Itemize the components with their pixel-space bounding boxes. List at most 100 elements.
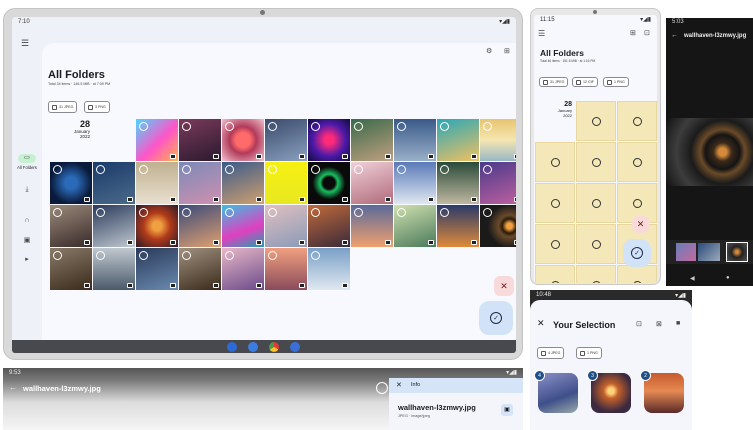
select-circle-icon[interactable] [483,165,492,174]
filter-chip-jpeg[interactable]: 31 JPEG [48,101,78,113]
photo-tile-placeholder[interactable] [617,101,657,141]
photo-tile[interactable] [480,162,516,204]
grid-view-icon[interactable]: ⊞ [630,29,636,37]
select-circle-icon[interactable] [268,122,277,131]
select-all-icon[interactable]: ⊡ [644,29,650,37]
select-circle-icon[interactable] [354,122,363,131]
selected-thumbnail[interactable] [538,373,578,413]
clear-all-icon[interactable]: ⊠ [656,320,662,328]
photo-tile-placeholder[interactable] [535,265,575,283]
photo-tile[interactable] [437,119,479,161]
select-circle-icon[interactable] [225,165,234,174]
menu-icon[interactable]: ☰ [18,38,32,49]
select-circle-icon[interactable] [311,251,320,260]
photo-tile[interactable] [308,162,350,204]
video-icon[interactable]: ▸ [16,255,38,263]
photo-tile[interactable] [222,248,264,290]
camera-app-icon[interactable] [290,342,300,352]
photo-tile[interactable] [265,162,307,204]
filter-chip-png[interactable]: 1 PNG [576,347,602,359]
photo-tile[interactable] [93,205,135,247]
photo-tile-placeholder[interactable] [576,224,616,264]
photo-tile[interactable] [265,248,307,290]
photo-tile[interactable] [351,119,393,161]
select-circle-icon[interactable] [139,165,148,174]
select-circle-icon[interactable] [139,208,148,217]
select-circle-icon[interactable] [268,165,277,174]
photo-tile[interactable] [480,205,516,247]
chrome-app-icon[interactable] [269,342,279,352]
photo-tile[interactable] [50,205,92,247]
select-circle-icon[interactable] [440,208,449,217]
select-circle-icon[interactable] [483,122,492,131]
photo-tile-placeholder[interactable] [576,101,616,141]
select-circle-icon[interactable] [268,251,277,260]
thumbnail[interactable] [676,243,696,261]
photo-tile[interactable] [136,248,178,290]
photo-tile-placeholder[interactable] [617,142,657,182]
clear-selection-button[interactable]: ✕ [494,276,514,296]
photo-tile[interactable] [136,205,178,247]
nav-item-all-folders[interactable]: ▭ All Folders [15,154,39,174]
photo-tile[interactable] [93,162,135,204]
close-icon[interactable]: ✕ [537,318,545,329]
select-circle-icon[interactable] [182,208,191,217]
settings-icon[interactable]: ⚙ [486,47,492,55]
stop-icon[interactable]: ■ [676,320,680,327]
select-circle-icon[interactable] [354,165,363,174]
photo-tile[interactable] [179,205,221,247]
photo-tile-placeholder[interactable] [535,142,575,182]
messages-app-icon[interactable] [248,342,258,352]
photo-tile-placeholder[interactable] [535,183,575,223]
phone-app-icon[interactable] [227,342,237,352]
photo-tile[interactable] [222,119,264,161]
filter-chip-jpeg[interactable]: 31 JPEG [539,77,569,87]
photo-tile[interactable] [394,205,436,247]
filter-chip-gif[interactable]: 12 GIF [572,77,598,87]
back-icon[interactable]: ← [671,32,678,39]
photo-tile[interactable] [50,162,92,204]
confirm-selection-button[interactable]: ✓ [479,301,513,335]
photo-tile[interactable] [136,119,178,161]
select-circle-icon[interactable] [397,165,406,174]
select-circle-icon[interactable] [225,208,234,217]
photo-tile[interactable] [265,205,307,247]
photo-tile[interactable] [136,162,178,204]
photo-tile[interactable] [179,162,221,204]
photo-tile[interactable] [308,205,350,247]
select-toggle[interactable] [376,382,388,394]
select-circle-icon[interactable] [182,251,191,260]
select-circle-icon[interactable] [96,165,105,174]
select-circle-icon[interactable] [182,165,191,174]
photo-tile-placeholder[interactable] [535,224,575,264]
select-circle-icon[interactable] [139,122,148,131]
select-circle-icon[interactable] [311,208,320,217]
select-circle-icon[interactable] [53,251,62,260]
download-icon[interactable]: ⤓ [16,186,38,194]
select-all-icon[interactable]: ⊡ [636,320,642,328]
photo-tile[interactable] [437,205,479,247]
filter-chip-jpeg[interactable]: 4 JPEG [537,347,565,359]
select-all-icon[interactable]: ⊞ [504,47,510,55]
select-circle-icon[interactable] [440,122,449,131]
photo-tile-placeholder[interactable] [576,142,616,182]
thumbnail-selected[interactable] [726,242,748,262]
selected-thumbnail[interactable] [591,373,631,413]
photo-tile[interactable] [394,162,436,204]
photo-tile[interactable] [308,248,350,290]
select-circle-icon[interactable] [53,208,62,217]
select-circle-icon[interactable] [182,122,191,131]
select-circle-icon[interactable] [268,208,277,217]
image-icon[interactable]: ▣ [16,236,38,244]
select-circle-icon[interactable] [53,165,62,174]
select-circle-icon[interactable] [225,122,234,131]
photo-tile-placeholder[interactable] [576,265,616,283]
photo-tile[interactable] [265,119,307,161]
photo-tile[interactable] [179,119,221,161]
filter-chip-png[interactable]: 3 PNG [84,101,110,113]
photo-tile[interactable] [179,248,221,290]
home-nav-icon[interactable]: ● [726,275,730,281]
select-circle-icon[interactable] [354,208,363,217]
confirm-selection-button[interactable]: ✓ [623,239,651,267]
back-nav-icon[interactable]: ◀ [690,275,695,282]
